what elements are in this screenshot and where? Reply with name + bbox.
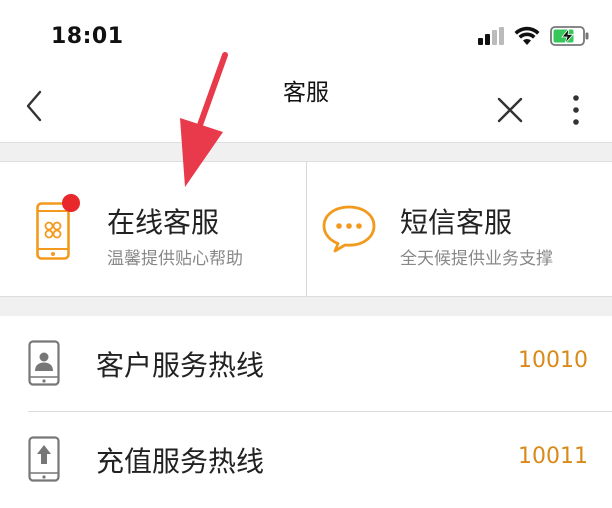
- phone-arrow-up-icon: [28, 436, 60, 482]
- battery-charging-icon: [550, 26, 589, 46]
- hotline-number[interactable]: 10011: [518, 444, 588, 469]
- sms-service-subtitle: 全天候提供业务支撑: [400, 249, 553, 269]
- online-service-title: 在线客服: [107, 206, 220, 239]
- hotline-number[interactable]: 10010: [518, 348, 588, 373]
- phone-person-icon: [28, 340, 60, 386]
- wifi-icon: [514, 26, 540, 45]
- close-icon[interactable]: [496, 96, 524, 124]
- more-vertical-icon[interactable]: [566, 94, 586, 126]
- hotline-row-recharge[interactable]: 充值服务热线 10011: [0, 412, 612, 508]
- status-icons: [478, 26, 590, 46]
- phone-unicom-icon: [36, 202, 70, 260]
- signal-icon: [478, 27, 504, 45]
- chat-bubble-icon: [322, 205, 376, 253]
- sms-service-title: 短信客服: [400, 206, 513, 239]
- hotline-label: 充值服务热线: [96, 445, 265, 478]
- nav-bar: 客服: [0, 68, 612, 142]
- section-divider: [0, 296, 612, 316]
- status-bar: 18:01: [0, 0, 612, 68]
- online-service-subtitle: 温馨提供贴心帮助: [107, 249, 243, 269]
- section-divider: [0, 142, 612, 162]
- hotline-label: 客户服务热线: [96, 349, 265, 382]
- status-time: 18:01: [51, 24, 124, 49]
- service-cards: 在线客服 温馨提供贴心帮助 短信客服 全天候提供业务支撑: [0, 162, 612, 296]
- notification-badge: [62, 194, 80, 212]
- sms-service-card[interactable]: 短信客服 全天候提供业务支撑: [306, 162, 612, 296]
- hotline-row-customer-service[interactable]: 客户服务热线 10010: [0, 316, 612, 412]
- online-service-card[interactable]: 在线客服 温馨提供贴心帮助: [0, 162, 306, 296]
